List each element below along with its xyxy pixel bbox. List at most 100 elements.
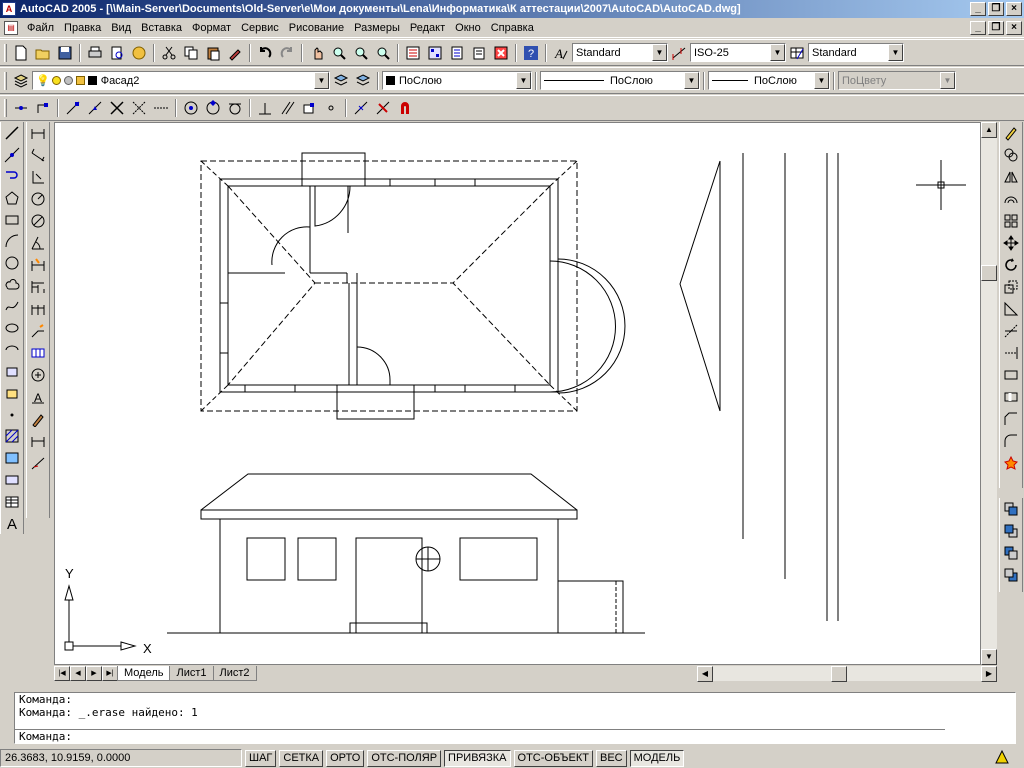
tolerance-icon[interactable] <box>27 342 49 364</box>
break-at-point-icon[interactable] <box>1000 364 1022 386</box>
minimize-button[interactable]: _ <box>970 2 986 16</box>
coordinates-display[interactable]: 26.3683, 10.9159, 0.0000 <box>0 749 242 767</box>
array-icon[interactable] <box>1000 210 1022 232</box>
explode-icon[interactable] <box>1000 452 1022 474</box>
toggle-lineweight[interactable]: ВЕС <box>595 749 627 767</box>
color-combo[interactable]: ПоСлою ▼ <box>382 71 532 90</box>
snap-node-icon[interactable] <box>320 97 342 119</box>
table-style-combo[interactable]: Standard ▼ <box>808 43 904 62</box>
chevron-down-icon[interactable]: ▼ <box>814 72 829 89</box>
snap-midpoint-icon[interactable] <box>84 97 106 119</box>
linear-dimension-icon[interactable] <box>27 122 49 144</box>
properties-icon[interactable] <box>402 42 424 64</box>
circle-icon[interactable] <box>1 252 23 274</box>
toolbar-grip[interactable] <box>4 71 7 90</box>
zoom-realtime-icon[interactable] <box>328 42 350 64</box>
mirror-icon[interactable] <box>1000 166 1022 188</box>
dim-style-combo[interactable]: ISO-25 ▼ <box>690 43 786 62</box>
menu-view[interactable]: Вид <box>106 22 136 34</box>
scroll-up-button[interactable]: ▲ <box>981 122 997 138</box>
menu-modify[interactable]: Редакт <box>405 22 450 34</box>
region-icon[interactable] <box>1 469 23 491</box>
toggle-model-paper[interactable]: МОДЕЛЬ <box>629 749 685 767</box>
menu-edit[interactable]: Правка <box>59 22 106 34</box>
doc-restore-button[interactable]: ❐ <box>988 20 1004 35</box>
linetype-combo[interactable]: ПоСлою ▼ <box>540 71 700 90</box>
close-button[interactable]: × <box>1006 2 1022 16</box>
doc-close-button[interactable]: × <box>1006 20 1022 35</box>
erase-icon[interactable] <box>1000 122 1022 144</box>
tab-prev-button[interactable]: ◀ <box>70 666 86 681</box>
toggle-osnap[interactable]: ПРИВЯЗКА <box>444 749 511 767</box>
undo-icon[interactable] <box>254 42 276 64</box>
temporary-tracking-icon[interactable] <box>10 97 32 119</box>
command-window[interactable]: Команда: Команда: _.erase найдено: 1 Ком… <box>14 692 1016 744</box>
dim-style-icon[interactable] <box>668 42 690 64</box>
table-style-icon[interactable] <box>786 42 808 64</box>
snap-quadrant-icon[interactable] <box>202 97 224 119</box>
scroll-down-button[interactable]: ▼ <box>981 649 997 665</box>
publish-icon[interactable] <box>128 42 150 64</box>
chevron-down-icon[interactable]: ▼ <box>684 72 699 89</box>
ordinate-dimension-icon[interactable] <box>27 166 49 188</box>
snap-intersection-icon[interactable] <box>106 97 128 119</box>
lineweight-combo[interactable]: ПоСлою ▼ <box>708 71 830 90</box>
bulb-icon[interactable]: 💡 <box>36 74 50 87</box>
chevron-down-icon[interactable]: ▼ <box>516 72 531 89</box>
dimension-update-icon[interactable] <box>27 430 49 452</box>
angular-dimension-icon[interactable] <box>27 232 49 254</box>
tab-next-button[interactable]: ▶ <box>86 666 102 681</box>
dimension-text-edit-icon[interactable] <box>27 408 49 430</box>
scale-icon[interactable] <box>1000 276 1022 298</box>
text-style-icon[interactable]: A <box>550 42 572 64</box>
toggle-snap[interactable]: ШАГ <box>245 749 277 767</box>
radius-dimension-icon[interactable] <box>27 188 49 210</box>
tool-palettes-icon[interactable] <box>446 42 468 64</box>
rotate-icon[interactable] <box>1000 254 1022 276</box>
bring-to-front-icon[interactable] <box>1000 498 1022 520</box>
model-space[interactable]: Y X <box>55 123 982 666</box>
sun-icon[interactable] <box>51 76 61 85</box>
dimension-style-icon[interactable] <box>27 452 49 474</box>
continue-dimension-icon[interactable] <box>27 298 49 320</box>
snap-from-icon[interactable] <box>32 97 54 119</box>
extend-icon[interactable] <box>1000 342 1022 364</box>
menu-window[interactable]: Окно <box>450 22 486 34</box>
layer-previous-icon[interactable] <box>352 70 374 92</box>
match-properties-icon[interactable] <box>224 42 246 64</box>
lock-icon[interactable] <box>75 76 85 85</box>
gradient-icon[interactable] <box>1 447 23 469</box>
chevron-down-icon[interactable]: ▼ <box>770 44 785 61</box>
baseline-dimension-icon[interactable] <box>27 276 49 298</box>
quick-dimension-icon[interactable] <box>27 254 49 276</box>
help-icon[interactable]: ? <box>520 42 542 64</box>
copy-object-icon[interactable] <box>1000 144 1022 166</box>
tab-layout1[interactable]: Лист1 <box>169 666 214 681</box>
open-icon[interactable] <box>32 42 54 64</box>
tab-layout2[interactable]: Лист2 <box>212 666 257 681</box>
toggle-ortho[interactable]: ОРТО <box>326 749 365 767</box>
chevron-down-icon[interactable]: ▼ <box>652 44 667 61</box>
communication-center-icon[interactable] <box>994 749 1010 768</box>
zoom-window-icon[interactable] <box>350 42 372 64</box>
pan-icon[interactable] <box>306 42 328 64</box>
copy-icon[interactable] <box>180 42 202 64</box>
make-block-icon[interactable] <box>1 382 23 404</box>
menu-dimension[interactable]: Размеры <box>349 22 405 34</box>
make-object-layer-current-icon[interactable] <box>330 70 352 92</box>
print-preview-icon[interactable] <box>106 42 128 64</box>
horizontal-scrollbar[interactable]: ◀ ▶ <box>697 665 997 682</box>
polygon-icon[interactable] <box>1 187 23 209</box>
chamfer-icon[interactable] <box>1000 408 1022 430</box>
text-style-combo[interactable]: Standard ▼ <box>572 43 668 62</box>
arc-icon[interactable] <box>1 230 23 252</box>
send-under-icon[interactable] <box>1000 564 1022 586</box>
cut-icon[interactable] <box>158 42 180 64</box>
snap-insert-icon[interactable] <box>298 97 320 119</box>
rectangle-icon[interactable] <box>1 209 23 231</box>
freeze-icon[interactable] <box>63 76 73 85</box>
tab-first-button[interactable]: |◀ <box>54 666 70 681</box>
revision-cloud-icon[interactable] <box>1 274 23 296</box>
ellipse-icon[interactable] <box>1 317 23 339</box>
snap-nearest-icon[interactable] <box>350 97 372 119</box>
